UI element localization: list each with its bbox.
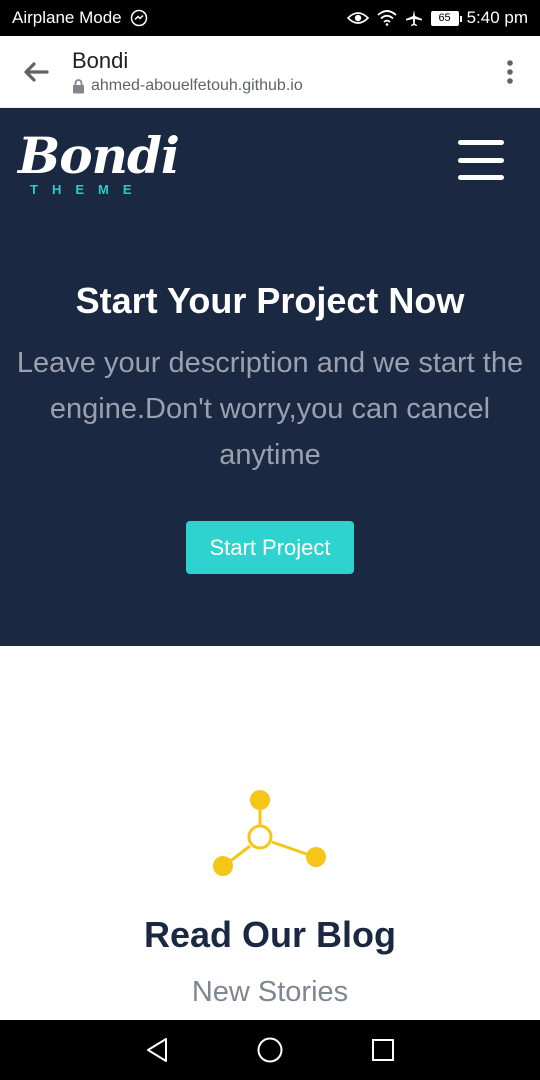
triangle-back-icon bbox=[146, 1038, 167, 1062]
blog-section: Read Our Blog New Stories bbox=[0, 646, 540, 1020]
messenger-icon bbox=[130, 9, 148, 27]
start-project-button[interactable]: Start Project bbox=[186, 521, 354, 574]
hero-description: Leave your description and we start the … bbox=[16, 347, 524, 471]
nav-home-button[interactable] bbox=[250, 1030, 290, 1070]
airplane-mode-label: Airplane Mode bbox=[12, 8, 122, 27]
logo-wordmark: Bondi bbox=[18, 126, 180, 185]
blog-title: Read Our Blog bbox=[143, 914, 397, 955]
arrow-left-icon bbox=[24, 61, 49, 82]
wifi-icon bbox=[376, 10, 397, 26]
status-bar: Airplane Mode 65 5:40 pm bbox=[0, 0, 540, 36]
browser-toolbar: Bondi ahmed-abouelfetouh.github.io bbox=[0, 36, 540, 108]
hamburger-line bbox=[458, 157, 504, 163]
browser-titles: Bondi ahmed-abouelfetouh.github.io bbox=[72, 48, 480, 95]
hamburger-menu-icon[interactable] bbox=[458, 140, 504, 180]
network-icon bbox=[213, 790, 326, 876]
back-button[interactable] bbox=[0, 36, 72, 108]
status-left: Airplane Mode bbox=[12, 8, 148, 28]
overflow-menu-button[interactable] bbox=[480, 36, 540, 108]
status-time: 5:40 pm bbox=[466, 8, 528, 27]
more-vert-icon bbox=[507, 59, 513, 84]
site-logo[interactable]: Bondi THEME bbox=[16, 126, 180, 204]
battery-icon: 65 bbox=[430, 10, 462, 26]
circle-home-icon bbox=[257, 1037, 283, 1063]
airplane-icon bbox=[405, 9, 423, 27]
square-recents-icon bbox=[372, 1039, 395, 1061]
status-right: 65 5:40 pm bbox=[346, 8, 528, 28]
page-title: Bondi bbox=[72, 48, 129, 73]
hamburger-line bbox=[458, 175, 504, 180]
nav-recents-button[interactable] bbox=[363, 1030, 403, 1070]
url-text: ahmed-abouelfetouh.github.io bbox=[91, 77, 303, 94]
eye-icon bbox=[346, 10, 369, 26]
logo-subtext: THEME bbox=[30, 182, 146, 197]
hero-section: Bondi THEME Start Your Project Now Leave… bbox=[0, 108, 540, 646]
hero-title: Start Your Project Now bbox=[75, 280, 465, 321]
url-row[interactable]: ahmed-abouelfetouh.github.io bbox=[72, 77, 480, 95]
system-nav-bar bbox=[0, 1020, 540, 1080]
nav-back-button[interactable] bbox=[137, 1030, 177, 1070]
lock-icon bbox=[73, 78, 84, 93]
hamburger-line bbox=[458, 140, 504, 145]
blog-subtitle: New Stories bbox=[191, 976, 349, 1008]
